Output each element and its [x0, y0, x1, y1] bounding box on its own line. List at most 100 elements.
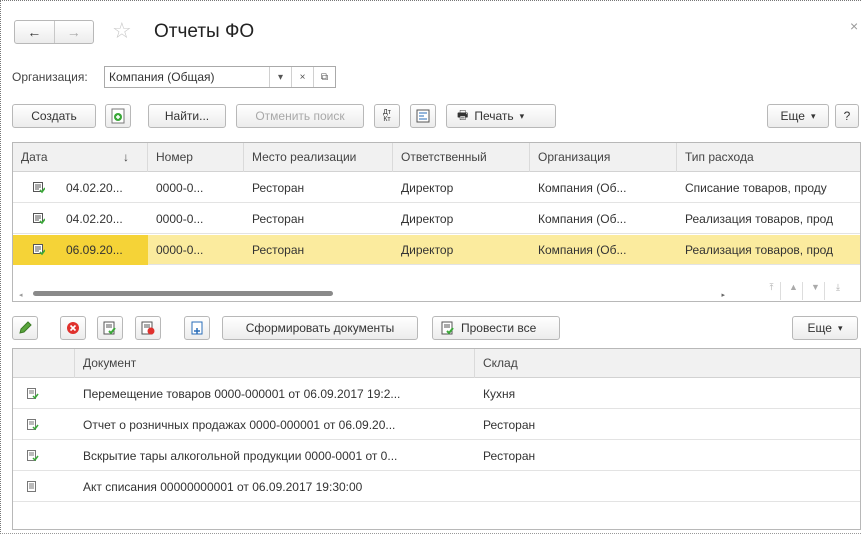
- first-row-icon[interactable]: ⤒: [763, 282, 781, 300]
- cell-responsible: Директор: [401, 181, 454, 195]
- list-item[interactable]: Перемещение товаров 0000-000001 от 06.09…: [13, 379, 860, 409]
- col-organization[interactable]: Организация: [530, 143, 677, 172]
- copy-doc-icon: [111, 108, 125, 124]
- unpost-button[interactable]: [135, 316, 161, 340]
- dt-kt-icon: Дт Кт: [383, 109, 391, 123]
- documents-table: Дата ↓ Номер Место реализации Ответствен…: [12, 142, 861, 302]
- sub-more-label: Еще: [807, 321, 832, 335]
- cell-date: 04.02.20...: [66, 212, 123, 226]
- create-button[interactable]: Создать: [12, 104, 96, 128]
- find-button[interactable]: Найти...: [148, 104, 226, 128]
- cell-organization: Компания (Об...: [538, 181, 627, 195]
- col-expense-type[interactable]: Тип расхода: [677, 143, 860, 172]
- cell-organization: Компания (Об...: [538, 243, 627, 257]
- table-header: Дата ↓ Номер Место реализации Ответствен…: [13, 143, 860, 172]
- cell-number: 0000-0...: [156, 181, 204, 195]
- col-responsible[interactable]: Ответственный: [393, 143, 530, 172]
- scrollbar-thumb[interactable]: [33, 291, 333, 296]
- scroll-left-icon[interactable]: ◂: [19, 291, 23, 299]
- more-label: Еще: [780, 109, 805, 123]
- document-icon: [27, 481, 36, 492]
- report-structure-icon: [416, 109, 430, 123]
- more-button[interactable]: Еще ▾: [767, 104, 829, 128]
- chevron-down-icon: ▾: [837, 322, 843, 333]
- document-posted-icon: [27, 419, 39, 431]
- favorite-star-icon[interactable]: ☆: [112, 18, 132, 44]
- col-place[interactable]: Место реализации: [244, 143, 393, 172]
- nav-buttons: ← →: [14, 20, 94, 44]
- unpost-document-icon: [141, 321, 155, 335]
- cell-number: 0000-0...: [156, 243, 204, 257]
- horizontal-scrollbar[interactable]: ◂ ▸: [19, 289, 725, 299]
- sub-more-button[interactable]: Еще ▾: [792, 316, 858, 340]
- org-label: Организация:: [12, 70, 88, 84]
- cancel-search-button[interactable]: Отменить поиск: [236, 104, 364, 128]
- form-documents-button[interactable]: Сформировать документы: [222, 316, 418, 340]
- cell-organization: Компания (Об...: [538, 212, 627, 226]
- copy-button[interactable]: [105, 104, 131, 128]
- cell-warehouse: Кухня: [483, 387, 516, 401]
- posted-document-icon: [33, 213, 45, 225]
- cell-date: 06.09.20...: [66, 243, 123, 257]
- col-date-label: Дата: [21, 150, 48, 164]
- document-arrow-icon: [191, 321, 203, 335]
- cell-warehouse: [475, 472, 860, 502]
- cell-responsible: Директор: [401, 243, 454, 257]
- delete-button[interactable]: [60, 316, 86, 340]
- document-posted-icon: [27, 450, 39, 462]
- list-item[interactable]: Акт списания 00000000001 от 06.09.2017 1…: [13, 472, 860, 502]
- post-button[interactable]: [97, 316, 123, 340]
- edit-button[interactable]: [12, 316, 38, 340]
- cell-date: 04.02.20...: [66, 181, 123, 195]
- col-icon: [13, 349, 75, 378]
- list-item[interactable]: Отчет о розничных продажах 0000-000001 о…: [13, 410, 860, 440]
- row-navigation: ⤒ ▲ ▼ ⤓: [763, 282, 860, 300]
- table-row[interactable]: 04.02.20... 0000-0... Ресторан Директор …: [13, 204, 860, 234]
- col-date[interactable]: Дата ↓: [13, 143, 148, 172]
- cell-warehouse: Ресторан: [483, 449, 536, 463]
- prev-row-icon[interactable]: ▲: [785, 282, 803, 300]
- next-row-icon[interactable]: ▼: [807, 282, 825, 300]
- org-select-value: Компания (Общая): [109, 70, 215, 84]
- posted-document-icon: [33, 182, 45, 194]
- cell-document: Перемещение товаров 0000-000001 от 06.09…: [83, 387, 401, 401]
- dropdown-icon[interactable]: ▾: [269, 67, 291, 87]
- print-label: Печать: [474, 109, 514, 123]
- cell-document: Вскрытие тары алкогольной продукции 0000…: [83, 449, 398, 463]
- chevron-down-icon: ▾: [519, 110, 525, 121]
- close-icon[interactable]: ×: [850, 18, 858, 34]
- table-row[interactable]: 04.02.20... 0000-0... Ресторан Директор …: [13, 173, 860, 203]
- post-all-icon: [441, 321, 454, 335]
- clear-icon[interactable]: ×: [291, 67, 313, 87]
- post-document-icon: [103, 321, 116, 335]
- generated-documents-table: Документ Склад Перемещение товаров 0000-…: [12, 348, 861, 530]
- post-all-button[interactable]: Провести все: [432, 316, 560, 340]
- cell-expense-type: Списание товаров, проду: [685, 181, 827, 195]
- subtable-header: Документ Склад: [13, 349, 860, 378]
- col-document[interactable]: Документ: [75, 349, 475, 378]
- report-button[interactable]: [410, 104, 436, 128]
- cell-place: Ресторан: [252, 212, 305, 226]
- cell-responsible: Директор: [401, 212, 454, 226]
- printer-icon: 🖶: [457, 107, 469, 122]
- cell-document: Акт списания 00000000001 от 06.09.2017 1…: [83, 480, 363, 494]
- list-item[interactable]: Вскрытие тары алкогольной продукции 0000…: [13, 441, 860, 471]
- last-row-icon[interactable]: ⤓: [829, 282, 847, 300]
- cell-document: Отчет о розничных продажах 0000-000001 о…: [83, 418, 396, 432]
- forward-arrow-icon[interactable]: →: [53, 21, 94, 43]
- scroll-right-icon[interactable]: ▸: [721, 291, 725, 299]
- document-posted-icon: [27, 388, 39, 400]
- col-warehouse[interactable]: Склад: [475, 349, 860, 378]
- org-select[interactable]: Компания (Общая) ▾ × ⧉: [104, 66, 336, 88]
- col-number[interactable]: Номер: [148, 143, 244, 172]
- open-icon[interactable]: ⧉: [313, 67, 335, 87]
- move-button[interactable]: [184, 316, 210, 340]
- back-arrow-icon[interactable]: ←: [15, 21, 54, 43]
- cell-expense-type: Реализация товаров, прод: [685, 212, 834, 226]
- dt-kt-button[interactable]: Дт Кт: [374, 104, 400, 128]
- help-button[interactable]: ?: [835, 104, 859, 128]
- cell-place: Ресторан: [252, 181, 305, 195]
- table-row-selected[interactable]: 06.09.20... 0000-0... Ресторан Директор …: [13, 235, 860, 265]
- print-button[interactable]: 🖶 Печать ▾: [446, 104, 556, 128]
- cell-warehouse: Ресторан: [483, 418, 536, 432]
